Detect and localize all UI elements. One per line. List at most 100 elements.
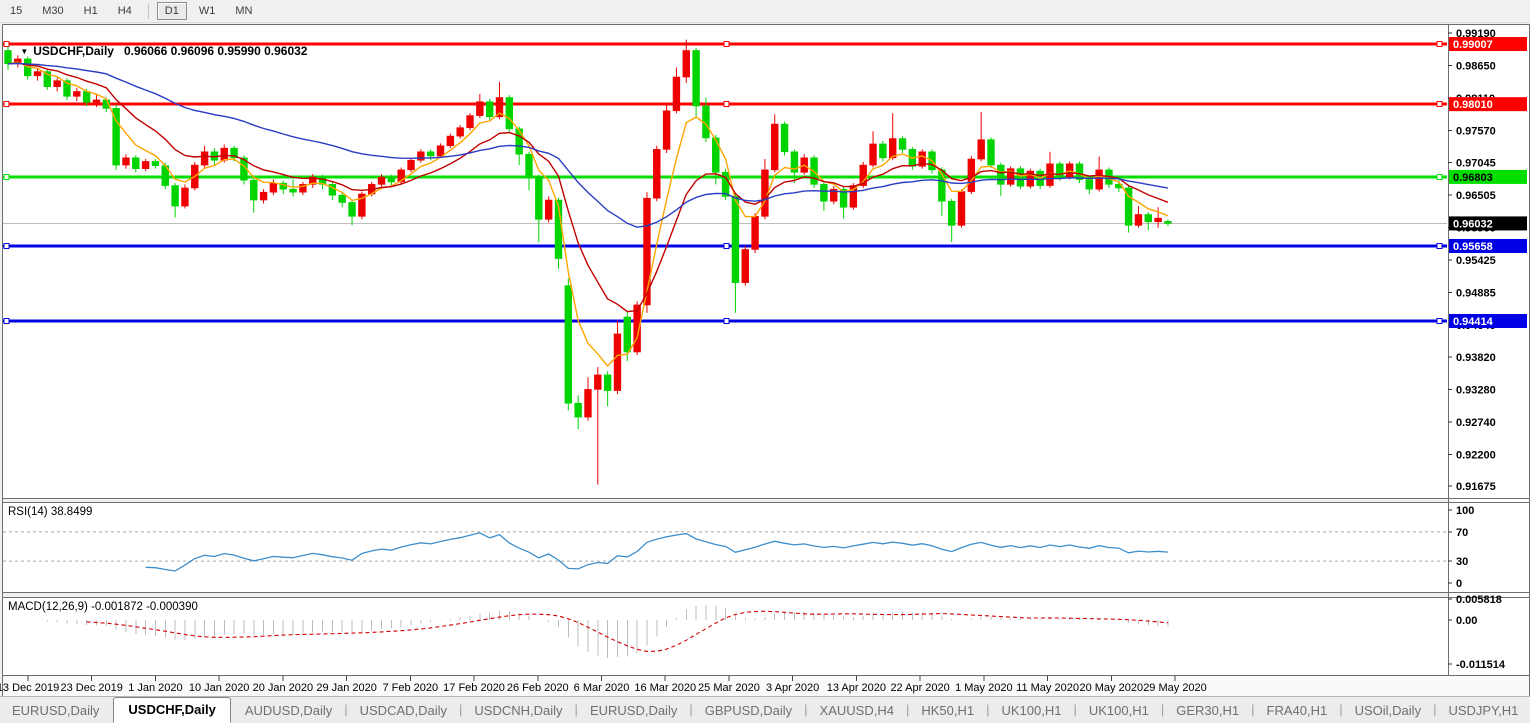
line-anchor-handle[interactable] [723,101,730,108]
timeframe-button-H4[interactable]: H4 [110,2,140,20]
svg-text:100: 100 [1456,505,1474,517]
svg-text:0.98650: 0.98650 [1456,61,1496,73]
chart-tab-bar: EURUSD,Daily USDCHF,Daily AUDUSD,Daily | USD… [0,696,1530,723]
chart-tab-usdcnh-daily[interactable]: USDCNH,Daily [462,699,574,723]
line-anchor-handle[interactable] [723,242,730,249]
svg-text:0.96803: 0.96803 [1453,172,1493,184]
chart-tab-uk100-h1[interactable]: UK100,H1 [990,699,1074,723]
svg-text:0.94885: 0.94885 [1456,288,1496,300]
svg-text:1 Jan 2020: 1 Jan 2020 [128,682,182,694]
chart-tab-uk100-h1[interactable]: UK100,H1 [1077,699,1161,723]
svg-text:0.92740: 0.92740 [1456,417,1496,429]
candle [987,137,995,169]
svg-text:70: 70 [1456,527,1468,539]
line-anchor-handle[interactable] [1436,101,1443,108]
chart-title: ▼ USDCHF,Daily 0.96066 0.96096 0.95990 0.9… [7,30,307,72]
svg-text:11 May 2020: 11 May 2020 [1016,682,1079,694]
svg-text:0.92200: 0.92200 [1456,449,1496,461]
price-label-0.96803: 0.96803 [1449,169,1527,184]
chart-tab-gbpusd-daily[interactable]: GBPUSD,Daily [693,699,804,723]
chart-tab-xauusd-h4[interactable]: XAUUSD,H4 [808,699,906,723]
chart-ohlc-values: 0.96066 0.96096 0.95990 0.96032 [123,44,308,58]
svg-text:-0.011514: -0.011514 [1456,659,1506,671]
svg-text:6 Mar 2020: 6 Mar 2020 [574,682,630,694]
chart-symbol-label: USDCHF,Daily [33,44,114,58]
line-anchor-handle[interactable] [3,317,10,324]
candle [653,145,661,202]
svg-text:0.98010: 0.98010 [1453,99,1493,111]
svg-text:29 Jan 2020: 29 Jan 2020 [316,682,377,694]
line-anchor-handle[interactable] [723,317,730,324]
chart-tab-usdchf-daily[interactable]: USDCHF,Daily [113,697,231,723]
chart-tab-usoil-daily[interactable]: USOil,Daily [1343,699,1433,723]
chart-tab-eurusd-daily[interactable]: EURUSD,Daily [0,699,111,723]
svg-text:20 May 2020: 20 May 2020 [1079,682,1143,694]
rsi-indicator-label: RSI(14) 38.8499 [8,506,93,518]
candle [751,213,759,254]
svg-text:13 Dec 2019: 13 Dec 2019 [0,682,59,694]
current-price-label: 0.96032 [1449,216,1527,231]
line-anchor-handle[interactable] [1436,41,1443,48]
svg-text:0.93280: 0.93280 [1456,384,1496,396]
svg-text:3 Apr 2020: 3 Apr 2020 [766,682,819,694]
price-label-0.94414: 0.94414 [1449,313,1527,328]
svg-text:0.95425: 0.95425 [1456,255,1496,267]
price-label-0.99007: 0.99007 [1449,37,1527,52]
svg-text:20 Jan 2020: 20 Jan 2020 [253,682,314,694]
chart-tab-ger30-h1[interactable]: GER30,H1 [1164,699,1251,723]
line-anchor-handle[interactable] [3,173,10,180]
svg-text:0.93820: 0.93820 [1456,352,1496,364]
timeframe-button-W1[interactable]: W1 [191,2,224,20]
timeframe-button-MN[interactable]: MN [227,2,260,20]
candle [446,133,455,149]
svg-text:16 Mar 2020: 16 Mar 2020 [634,682,696,694]
timeframe-button-M30[interactable]: M30 [34,2,71,20]
candle [662,104,671,153]
chart-tab-usdcad-daily[interactable]: USDCAD,Daily [348,699,459,723]
toolbar-separator [147,3,149,19]
line-anchor-handle[interactable] [1436,317,1443,324]
candle [544,196,553,223]
svg-text:0.005818: 0.005818 [1456,594,1502,606]
line-anchor-handle[interactable] [1436,173,1443,180]
chart-tab-audusd-daily[interactable]: AUDUSD,Daily [233,699,344,723]
svg-text:0.99007: 0.99007 [1453,39,1493,51]
svg-text:26 Feb 2020: 26 Feb 2020 [507,682,569,694]
line-anchor-handle[interactable] [723,41,730,48]
candle [918,149,926,169]
timeframe-button-D1[interactable]: D1 [156,2,187,20]
chart-tab-fra40-h1[interactable]: FRA40,H1 [1255,699,1340,723]
candle [967,156,976,195]
chart-tab-eurusd-daily[interactable]: EURUSD,Daily [578,699,689,723]
svg-text:13 Apr 2020: 13 Apr 2020 [827,682,886,694]
line-anchor-handle[interactable] [3,242,10,249]
candle [407,157,415,173]
chart-tab-hk50-h1[interactable]: HK50,H1 [909,699,986,723]
candle [957,189,966,228]
timeframe-button-H1[interactable]: H1 [76,2,106,20]
candle [564,278,573,411]
svg-text:30: 30 [1456,556,1468,568]
svg-text:0.91675: 0.91675 [1456,481,1496,493]
chart-window [0,22,1530,697]
timeframe-button-15[interactable]: 15 [2,2,30,20]
symbol-dropdown-icon[interactable]: ▼ [20,47,28,56]
svg-text:1 May 2020: 1 May 2020 [955,682,1012,694]
macd-indicator-label: MACD(12,26,9) -0.001872 -0.000390 [8,601,198,613]
svg-text:10 Jan 2020: 10 Jan 2020 [189,682,250,694]
svg-text:22 Apr 2020: 22 Apr 2020 [890,682,949,694]
line-anchor-handle[interactable] [1436,242,1443,249]
svg-text:7 Feb 2020: 7 Feb 2020 [383,682,439,694]
line-anchor-handle[interactable] [3,101,10,108]
rsi-pane [3,503,1448,592]
price-label-0.95658: 0.95658 [1449,238,1527,253]
svg-text:0.97045: 0.97045 [1456,157,1496,169]
chart-tab-usdjpy-h1[interactable]: USDJPY,H1 [1436,699,1530,723]
candle [466,113,474,131]
svg-text:0: 0 [1456,578,1462,590]
svg-text:0.00: 0.00 [1456,615,1477,627]
candle [505,95,514,133]
chart-canvas: 0.991900.986500.981100.975700.970450.965… [0,22,1530,697]
svg-text:17 Feb 2020: 17 Feb 2020 [443,682,505,694]
candle [358,191,366,220]
